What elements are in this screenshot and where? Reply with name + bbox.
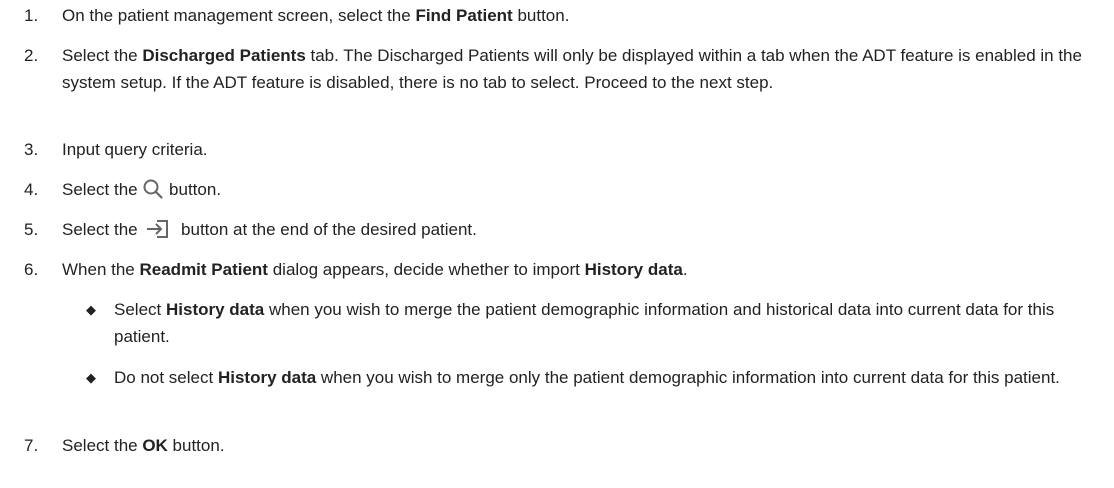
step-number: 7.: [24, 436, 39, 455]
step-text: Select the OK button.: [62, 436, 225, 455]
substep-text: Select History data when you wish to mer…: [114, 300, 1055, 346]
ok-label: OK: [142, 436, 168, 455]
readmit-arrow-icon: [142, 218, 176, 240]
step-number: 3.: [24, 140, 39, 159]
procedure-document: 1. On the patient management screen, sel…: [0, 0, 1114, 488]
step-text: Select the Discharged Patients tab. The …: [62, 46, 1082, 92]
step-number: 5.: [24, 220, 39, 239]
diamond-bullet-icon: ◆: [86, 302, 96, 317]
step-text: On the patient management screen, select…: [62, 6, 570, 25]
step-text: Select the button at the end of the desi…: [62, 216, 1100, 243]
step-number: 2.: [24, 46, 39, 65]
history-data-label: History data: [217, 368, 317, 387]
find-patient-label: Find Patient: [415, 6, 513, 25]
step-number: 1.: [24, 6, 39, 25]
discharged-patients-label: Discharged Patients: [142, 46, 306, 65]
step-text: When the Readmit Patient dialog appears,…: [62, 260, 688, 279]
step-number: 6.: [24, 260, 39, 279]
search-icon: [142, 178, 164, 200]
history-data-label: History data: [165, 300, 265, 319]
substep-text: Do not select History data when you wish…: [114, 368, 1060, 387]
step-text: Select the button.: [62, 176, 1100, 203]
readmit-patient-label: Readmit Patient: [139, 260, 268, 279]
diamond-bullet-icon: ◆: [86, 370, 96, 385]
step-text: Input query criteria.: [62, 140, 208, 159]
step-number: 4.: [24, 180, 39, 199]
history-data-label: History data: [584, 260, 683, 279]
